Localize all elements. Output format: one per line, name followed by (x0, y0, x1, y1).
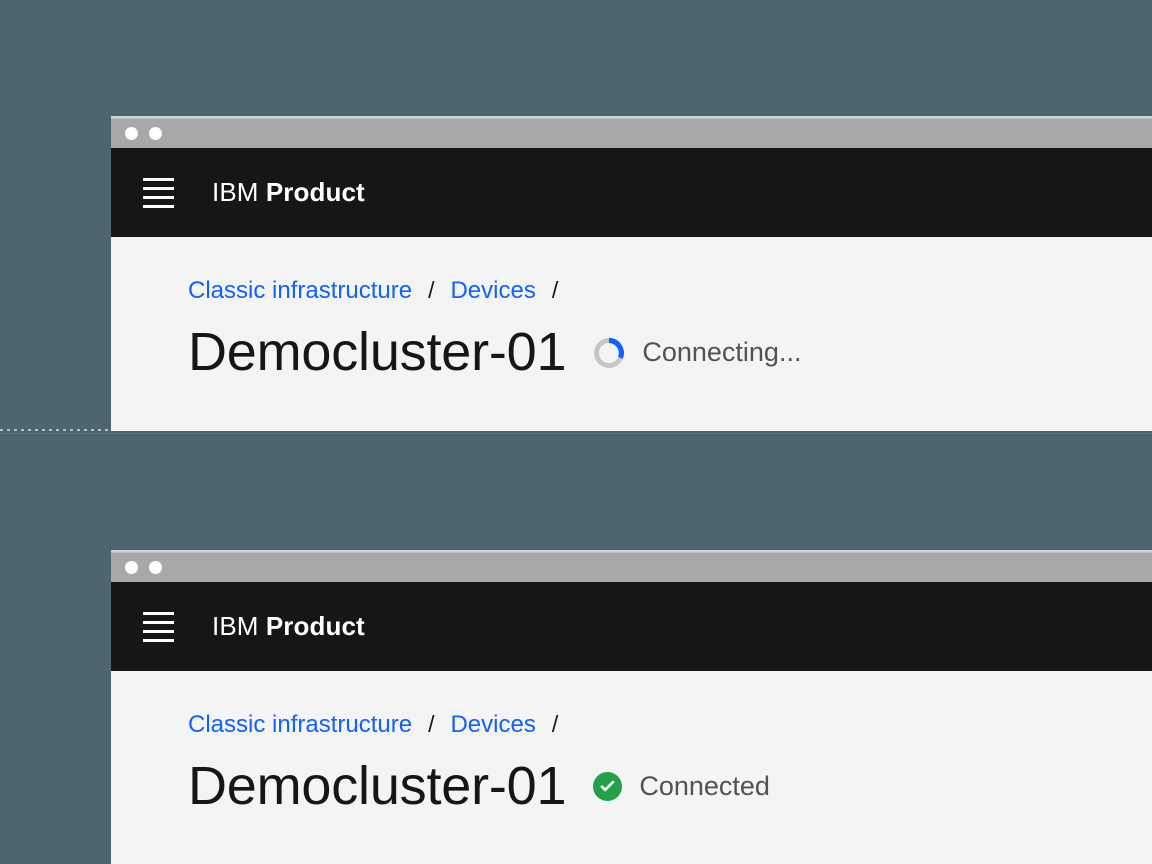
loading-spinner-icon (592, 336, 626, 370)
status-group-connected: Connected (592, 771, 770, 802)
hamburger-line (142, 620, 174, 624)
brand-name: Product (265, 177, 365, 207)
page-content: Classic infrastructure / Devices / Democ… (111, 237, 1152, 383)
hamburger-line (142, 177, 174, 181)
frame-split-dashed-marker (0, 429, 111, 431)
hamburger-line (142, 204, 174, 208)
page-title-row: Democluster-01 Connecting... (188, 322, 1152, 382)
page-title: Democluster-01 (188, 322, 567, 382)
frame-split-line (0, 433, 1152, 434)
brand-name: Product (265, 611, 365, 641)
hamburger-menu-icon[interactable] (134, 603, 182, 651)
brand-title[interactable]: IBM Product (212, 177, 365, 208)
status-label: Connected (639, 771, 770, 802)
hamburger-line (142, 186, 174, 190)
breadcrumb: Classic infrastructure / Devices / (188, 711, 1152, 739)
breadcrumb: Classic infrastructure / Devices / (188, 277, 1152, 305)
breadcrumb-separator: / (428, 711, 435, 737)
breadcrumb-separator-trailing: / (551, 277, 559, 303)
brand-prefix: IBM (212, 611, 259, 641)
brand-title[interactable]: IBM Product (212, 611, 365, 642)
hamburger-menu-icon[interactable] (134, 169, 182, 217)
hamburger-line (142, 611, 174, 615)
window-dot-2-icon[interactable] (149, 127, 162, 140)
hamburger-line (142, 638, 174, 642)
breadcrumb-item-classic-infrastructure[interactable]: Classic infrastructure (188, 711, 412, 739)
window-titlebar (111, 118, 1152, 148)
window-titlebar (111, 552, 1152, 582)
breadcrumb-item-devices[interactable]: Devices (450, 277, 535, 305)
window-dot-1-icon[interactable] (125, 561, 138, 574)
hamburger-line (142, 195, 174, 199)
breadcrumb-item-devices[interactable]: Devices (450, 711, 535, 739)
breadcrumb-separator-trailing: / (551, 711, 559, 737)
status-group-connecting: Connecting... (592, 336, 801, 370)
hamburger-line (142, 629, 174, 633)
browser-window-connected: IBM Product Classic infrastructure / Dev… (111, 552, 1152, 864)
product-header: IBM Product (111, 582, 1152, 671)
browser-window-connecting: IBM Product Classic infrastructure / Dev… (111, 118, 1152, 431)
status-label: Connecting... (642, 337, 802, 368)
checkmark-filled-icon (592, 771, 623, 802)
window-dot-2-icon[interactable] (149, 561, 162, 574)
breadcrumb-separator: / (428, 277, 435, 303)
product-header: IBM Product (111, 148, 1152, 237)
window-dot-1-icon[interactable] (125, 127, 138, 140)
breadcrumb-item-classic-infrastructure[interactable]: Classic infrastructure (188, 277, 412, 305)
brand-prefix: IBM (212, 177, 259, 207)
page-title: Democluster-01 (188, 756, 567, 816)
page-title-row: Democluster-01 Connected (188, 756, 1152, 816)
page-content: Classic infrastructure / Devices / Democ… (111, 671, 1152, 817)
